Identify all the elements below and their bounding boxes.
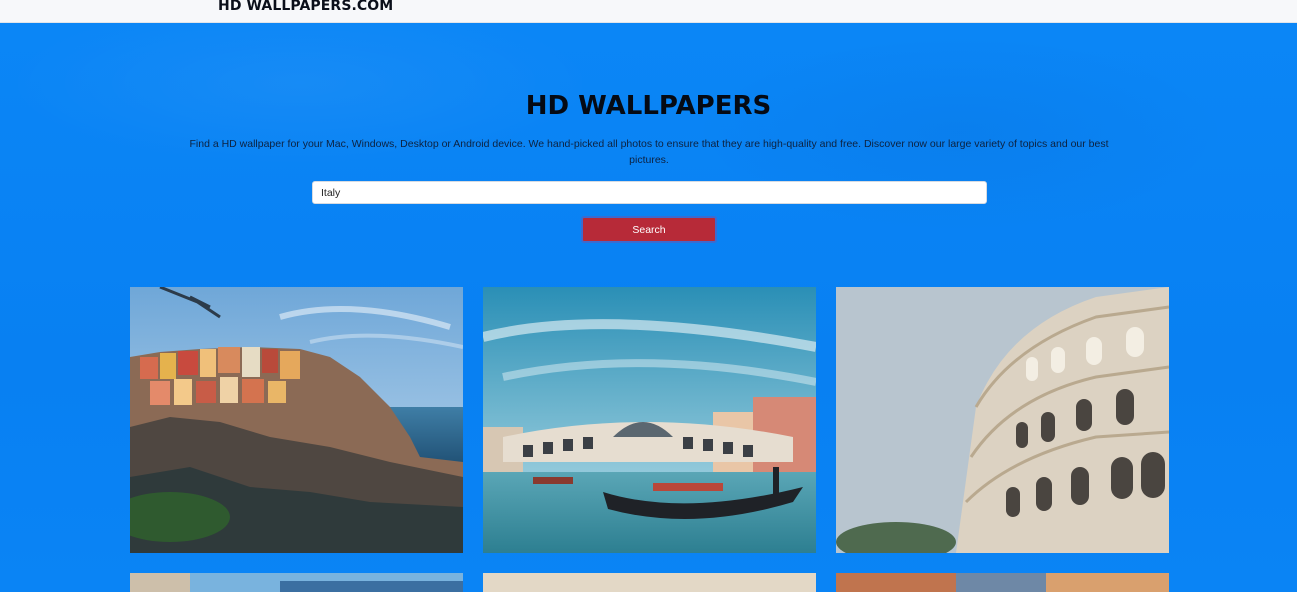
page-title: HD WALLPAPERS (525, 91, 772, 121)
top-navbar: HD WALLPAPERS.COM (0, 0, 1297, 23)
hero-description: Find a HD wallpaper for your Mac, Window… (189, 138, 1109, 166)
cinque-terre-image (130, 287, 463, 553)
wallpaper-card-venice[interactable] (483, 287, 816, 553)
narrow-street-image (836, 573, 1169, 592)
brand-logo-link[interactable]: HD WALLPAPERS.COM (218, 0, 393, 14)
colosseum-image (836, 287, 1169, 553)
search-input[interactable] (312, 181, 987, 204)
wallpaper-card-coastal-town[interactable] (130, 573, 463, 592)
venice-image (483, 287, 816, 553)
wallpaper-card-cinque-terre[interactable] (130, 287, 463, 553)
coastal-town-image (130, 573, 463, 592)
wallpaper-card-narrow-street[interactable] (836, 573, 1169, 592)
search-button[interactable]: Search (581, 216, 717, 243)
wallpaper-card-beige-architecture[interactable] (483, 573, 816, 592)
wallpaper-card-colosseum[interactable] (836, 287, 1169, 553)
beige-architecture-image (483, 573, 816, 592)
